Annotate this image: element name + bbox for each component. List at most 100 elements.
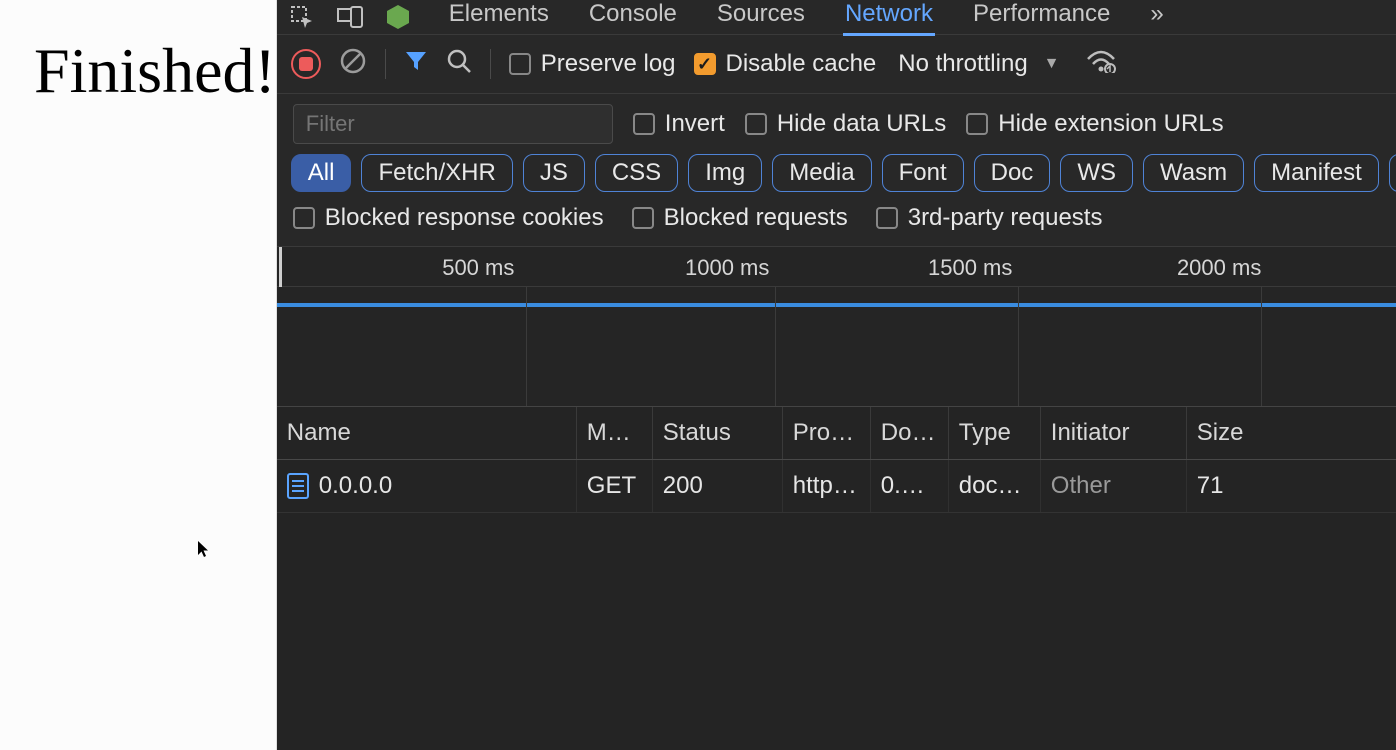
table-header: Name Me… Status Prot… Do… Type Initiator…	[277, 407, 1396, 460]
search-icon[interactable]	[446, 48, 472, 80]
clear-button[interactable]	[339, 47, 367, 81]
filter-manifest[interactable]: Manifest	[1254, 154, 1379, 192]
request-name: 0.0.0.0	[319, 472, 392, 500]
third-party-requests-checkbox[interactable]: 3rd-party requests	[876, 204, 1103, 232]
checkbox-icon	[632, 207, 654, 229]
checkbox-icon	[509, 53, 531, 75]
throttling-value: No throttling	[898, 50, 1027, 78]
invert-label: Invert	[665, 110, 725, 138]
checkbox-checked-icon: ✓	[694, 53, 716, 75]
tab-console[interactable]: Console	[587, 0, 679, 36]
checkbox-icon	[633, 113, 655, 135]
col-size[interactable]: Size	[1187, 407, 1396, 459]
node-icon[interactable]	[383, 2, 413, 32]
hide-extension-urls-checkbox[interactable]: Hide extension URLs	[966, 110, 1223, 138]
network-conditions-icon[interactable]	[1086, 49, 1116, 79]
network-toolbar: Preserve log ✓ Disable cache No throttli…	[277, 35, 1396, 94]
separator	[385, 49, 386, 79]
cell-protocol: http…	[783, 460, 871, 512]
filter-doc[interactable]: Doc	[974, 154, 1051, 192]
col-method[interactable]: Me…	[577, 407, 653, 459]
filter-other[interactable]: Ot	[1389, 154, 1396, 192]
separator	[490, 49, 491, 79]
timeline-tick: 500 ms	[442, 255, 514, 281]
cell-type: doc…	[949, 460, 1041, 512]
checkbox-icon	[745, 113, 767, 135]
resource-type-filters: All Fetch/XHR JS CSS Img Media Font Doc …	[277, 148, 1396, 200]
hide-data-urls-checkbox[interactable]: Hide data URLs	[745, 110, 946, 138]
cell-status: 200	[653, 460, 783, 512]
filter-wasm[interactable]: Wasm	[1143, 154, 1244, 192]
preserve-log-label: Preserve log	[541, 50, 676, 78]
cell-size: 71	[1187, 460, 1396, 512]
table-empty-area	[277, 513, 1396, 750]
chevron-down-icon: ▼	[1044, 55, 1060, 73]
tab-performance[interactable]: Performance	[971, 0, 1112, 36]
checkbox-icon	[293, 207, 315, 229]
col-type[interactable]: Type	[949, 407, 1041, 459]
col-domain[interactable]: Do…	[871, 407, 949, 459]
hide-extension-urls-label: Hide extension URLs	[998, 110, 1223, 138]
tab-network[interactable]: Network	[843, 0, 935, 36]
col-initiator[interactable]: Initiator	[1041, 407, 1187, 459]
timeline-ruler: 500 ms 1000 ms 1500 ms 2000 ms 2500	[277, 247, 1396, 287]
timeline-start-marker	[279, 247, 282, 287]
blocked-requests-checkbox[interactable]: Blocked requests	[632, 204, 848, 232]
cell-method: GET	[577, 460, 653, 512]
timeline-gridline	[1261, 287, 1262, 406]
disable-cache-checkbox[interactable]: ✓ Disable cache	[694, 50, 877, 78]
invert-checkbox[interactable]: Invert	[633, 110, 725, 138]
cell-domain: 0.0.…	[871, 460, 949, 512]
blocked-response-cookies-label: Blocked response cookies	[325, 204, 604, 232]
col-status[interactable]: Status	[653, 407, 783, 459]
timeline-tick: 1500 ms	[928, 255, 1012, 281]
tab-sources[interactable]: Sources	[715, 0, 807, 36]
timeline-gridline	[775, 287, 776, 406]
inspect-element-icon[interactable]	[287, 2, 317, 32]
third-party-requests-label: 3rd-party requests	[908, 204, 1103, 232]
devtools-tabs-row: Elements Console Sources Network Perform…	[277, 0, 1396, 35]
page-heading: Finished!	[0, 0, 276, 108]
devtools-tabs: Elements Console Sources Network Perform…	[447, 0, 1166, 36]
cell-initiator: Other	[1041, 460, 1187, 512]
disable-cache-label: Disable cache	[726, 50, 877, 78]
timeline-overview[interactable]: 500 ms 1000 ms 1500 ms 2000 ms 2500	[277, 247, 1396, 407]
record-button[interactable]	[291, 49, 321, 79]
preserve-log-checkbox[interactable]: Preserve log	[509, 50, 676, 78]
tab-elements[interactable]: Elements	[447, 0, 551, 36]
table-row[interactable]: 0.0.0.0 GET 200 http… 0.0.… doc… Other 7…	[277, 460, 1396, 513]
filter-font[interactable]: Font	[882, 154, 964, 192]
page-viewport: Finished!	[0, 0, 277, 750]
timeline-tick: 2000 ms	[1177, 255, 1261, 281]
timeline-gridline	[526, 287, 527, 406]
timeline-gridline	[1018, 287, 1019, 406]
devtools-panel: Elements Console Sources Network Perform…	[277, 0, 1396, 750]
filter-all[interactable]: All	[291, 154, 352, 192]
checkbox-icon	[876, 207, 898, 229]
col-name[interactable]: Name	[277, 407, 577, 459]
filter-input[interactable]	[293, 104, 613, 144]
blocked-requests-label: Blocked requests	[664, 204, 848, 232]
filter-css[interactable]: CSS	[595, 154, 678, 192]
filter-media[interactable]: Media	[772, 154, 871, 192]
cell-name: 0.0.0.0	[277, 460, 577, 512]
blocked-response-cookies-checkbox[interactable]: Blocked response cookies	[293, 204, 604, 232]
network-requests-table: Name Me… Status Prot… Do… Type Initiator…	[277, 407, 1396, 750]
hide-data-urls-label: Hide data URLs	[777, 110, 946, 138]
filter-row: Invert Hide data URLs Hide extension URL…	[277, 94, 1396, 148]
tab-more[interactable]: »	[1148, 0, 1165, 36]
checkbox-icon	[966, 113, 988, 135]
device-toolbar-icon[interactable]	[335, 2, 365, 32]
filter-js[interactable]: JS	[523, 154, 585, 192]
filter-ws[interactable]: WS	[1060, 154, 1133, 192]
document-icon	[287, 473, 309, 499]
col-protocol[interactable]: Prot…	[783, 407, 871, 459]
timeline-load-bar	[277, 303, 1396, 307]
mouse-cursor-icon	[197, 540, 211, 563]
filter-img[interactable]: Img	[688, 154, 762, 192]
filter-icon[interactable]	[404, 49, 428, 79]
throttling-select[interactable]: No throttling ▼	[898, 50, 1059, 78]
timeline-tick: 1000 ms	[685, 255, 769, 281]
filter-fetch-xhr[interactable]: Fetch/XHR	[361, 154, 512, 192]
blocked-filters-row: Blocked response cookies Blocked request…	[277, 200, 1396, 247]
